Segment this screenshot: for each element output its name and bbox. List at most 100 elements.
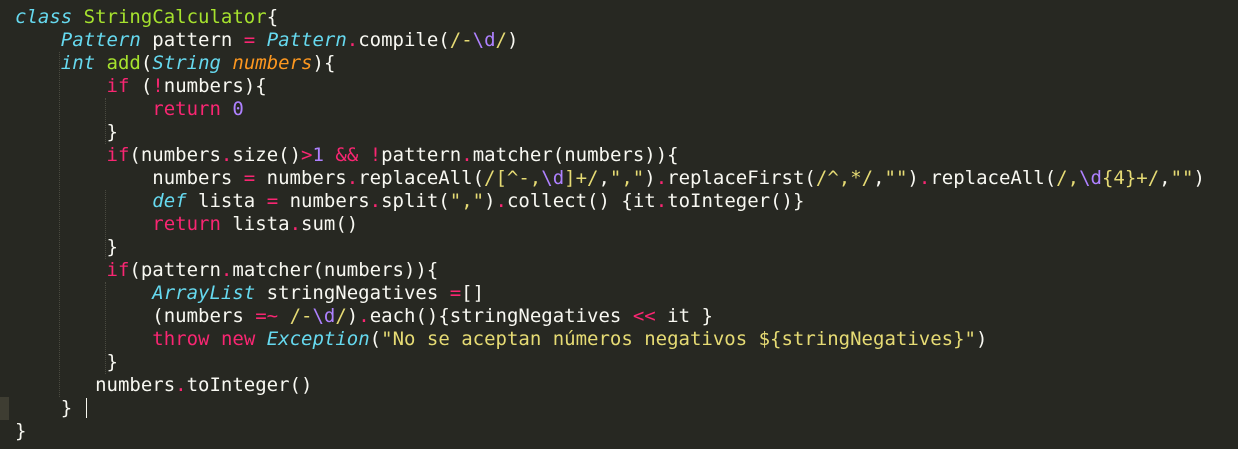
code-line[interactable]: if(pattern.matcher(numbers)){	[15, 259, 1205, 282]
code-token: ,	[598, 167, 610, 189]
code-token: replaceFirst(	[667, 167, 816, 189]
code-line[interactable]: }	[15, 420, 1205, 443]
gutter	[0, 0, 10, 449]
code-token: .	[495, 190, 507, 212]
code-line[interactable]: if(numbers.size()>1 && !pattern.matcher(…	[15, 144, 1205, 167]
code-token: .	[175, 374, 187, 396]
code-token: )	[1193, 167, 1205, 189]
code-content[interactable]: class StringCalculator{ Pattern pattern …	[15, 6, 1205, 443]
code-token: (	[129, 75, 153, 97]
code-token: \d	[1079, 167, 1102, 189]
code-line[interactable]: return lista.sum()	[15, 213, 1205, 236]
code-line[interactable]: numbers = numbers.replaceAll(/[^-,\d]+/,…	[15, 167, 1205, 190]
code-token: Exception	[266, 328, 370, 350]
code-token: \d	[472, 29, 496, 51]
code-token: StringCalculator	[83, 6, 267, 28]
code-line[interactable]: }	[15, 351, 1205, 374]
code-token: compile(	[358, 29, 450, 51]
code-token: int	[60, 52, 96, 74]
code-token: add	[106, 52, 141, 74]
code-token: numbers	[15, 374, 176, 396]
code-token: if	[106, 75, 130, 97]
code-token: =~	[255, 305, 279, 327]
code-token: /	[335, 305, 347, 327]
code-token: it }	[655, 305, 713, 327]
code-token: }	[15, 420, 27, 442]
code-token: lista	[186, 190, 267, 212]
code-token: String	[152, 52, 221, 74]
code-line[interactable]: }	[15, 397, 1205, 420]
code-token: throw	[152, 328, 210, 350]
code-token: .	[346, 167, 359, 189]
code-token: .	[358, 305, 370, 327]
code-token: ","	[449, 190, 485, 212]
code-token: numbers	[15, 167, 244, 189]
code-token: =	[243, 29, 256, 51]
code-token: }	[15, 351, 118, 373]
text-caret	[85, 398, 87, 418]
code-line[interactable]: throw new Exception("No se aceptan númer…	[15, 328, 1205, 351]
code-token: .	[289, 213, 302, 235]
code-token: matcher(numbers)){	[232, 259, 439, 281]
code-token: numbers	[255, 167, 347, 189]
code-token: )	[907, 167, 919, 189]
code-token: numbers){	[163, 75, 267, 97]
code-token: ,	[873, 167, 885, 189]
code-token: (	[369, 328, 382, 350]
code-token: toInteger()}	[667, 190, 805, 212]
code-token: Pattern	[266, 29, 347, 51]
code-token: .	[220, 259, 233, 281]
code-token: .	[369, 190, 382, 212]
code-token: .	[461, 144, 473, 166]
code-line[interactable]: int add(String numbers){	[15, 52, 1205, 75]
code-token: numbers	[278, 190, 370, 212]
code-token: sum()	[301, 213, 359, 235]
code-token: /	[495, 29, 507, 51]
code-token: )	[346, 305, 359, 327]
code-token: =	[243, 167, 256, 189]
code-line[interactable]: def lista = numbers.split(",").collect()…	[15, 190, 1205, 213]
code-line[interactable]: return 0	[15, 98, 1205, 121]
code-line[interactable]: numbers.toInteger()	[15, 374, 1205, 397]
code-line[interactable]: }	[15, 236, 1205, 259]
code-token: !	[369, 144, 382, 166]
code-token: /-	[289, 305, 313, 327]
code-line[interactable]: class StringCalculator{	[15, 6, 1205, 29]
code-token: "No se aceptan números negativos ${strin…	[381, 328, 976, 350]
code-token: 0	[232, 98, 244, 120]
code-editor[interactable]: class StringCalculator{ Pattern pattern …	[0, 0, 1238, 449]
code-token: )	[506, 29, 519, 51]
code-token: .	[346, 29, 359, 51]
code-token: }	[15, 236, 118, 258]
code-token: /-	[449, 29, 473, 51]
code-token: 1	[312, 144, 324, 166]
code-line[interactable]: (numbers =~ /-\d/).each(){stringNegative…	[15, 305, 1205, 328]
code-line[interactable]: }	[15, 121, 1205, 144]
code-token: size()	[232, 144, 302, 166]
code-line[interactable]: Pattern pattern = Pattern.compile(/-\d/)	[15, 29, 1205, 52]
code-token: !	[152, 75, 164, 97]
code-line[interactable]: ArrayList stringNegatives =[]	[15, 282, 1205, 305]
code-token: \d	[312, 305, 336, 327]
code-token: (numbers	[15, 305, 256, 327]
code-token: \d	[541, 167, 565, 189]
code-token: (	[140, 52, 153, 74]
code-token: return	[152, 98, 221, 120]
code-token: new	[220, 328, 256, 350]
code-token: .	[220, 144, 233, 166]
code-token: &&	[335, 144, 359, 166]
code-line[interactable]: if (!numbers){	[15, 75, 1205, 98]
code-token: def	[152, 190, 187, 212]
code-token: /,	[1056, 167, 1080, 189]
